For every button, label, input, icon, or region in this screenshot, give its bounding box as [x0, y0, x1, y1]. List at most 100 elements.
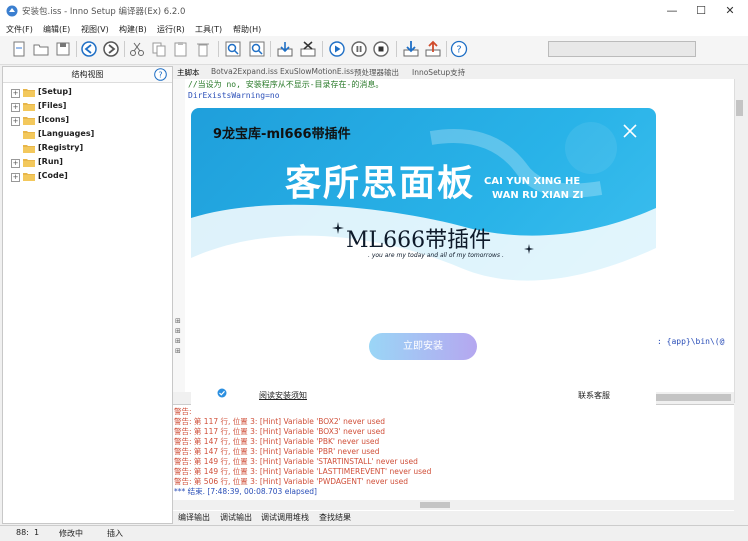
- download-icon[interactable]: [402, 40, 420, 58]
- tab-compile-output[interactable]: 编译输出: [178, 512, 210, 523]
- back-icon[interactable]: [80, 40, 98, 58]
- tab-preprocessor-output[interactable]: 预处理器输出: [354, 67, 399, 78]
- app-icon: [6, 5, 18, 17]
- new-file-icon[interactable]: [10, 40, 28, 58]
- menu-bar: 文件(F) 编辑(E) 视图(V) 构建(B) 运行(R) 工具(T) 帮助(H…: [0, 22, 748, 36]
- expand-icon[interactable]: +: [11, 117, 20, 126]
- tab-main-script[interactable]: 主脚本: [177, 67, 200, 78]
- expand-icon[interactable]: +: [11, 159, 20, 168]
- toolbar-input[interactable]: [548, 41, 696, 57]
- toolbar-separator: [396, 41, 397, 57]
- status-bar: 88: 1 修改中 插入: [0, 525, 748, 541]
- status-modified: 修改中: [59, 529, 83, 538]
- tree-item-label: [Files]: [38, 101, 67, 110]
- editor-horizontal-scroll-thumb[interactable]: [653, 394, 731, 401]
- menu-edit[interactable]: 编辑(E): [43, 24, 70, 35]
- tab-exuslowmotion[interactable]: ExuSlowMotionE.iss: [280, 67, 354, 76]
- folder-icon: [23, 172, 35, 181]
- popup-pinyin-line-1: CAI YUN XING HE: [484, 176, 581, 187]
- menu-help[interactable]: 帮助(H): [233, 24, 261, 35]
- expand-icon[interactable]: +: [11, 103, 20, 112]
- editor-vertical-scrollbar[interactable]: [734, 79, 746, 403]
- minimize-button[interactable]: —: [657, 0, 687, 22]
- structure-panel-header: 结构视图 ?: [3, 67, 172, 83]
- fold-marker-icon[interactable]: ⊞: [175, 337, 181, 345]
- status-line: 88:: [16, 528, 29, 537]
- title-bar: 安装包.iss - Inno Setup 编译器(Ex) 6.2.0 — ☐ ✕: [0, 0, 748, 23]
- maximize-button[interactable]: ☐: [686, 0, 716, 22]
- tab-botva2expand[interactable]: Botva2Expand.iss: [211, 67, 278, 76]
- folder-icon: [23, 144, 35, 153]
- delete-icon[interactable]: [194, 40, 212, 58]
- editor-vertical-scroll-thumb[interactable]: [736, 100, 743, 116]
- find-icon[interactable]: [224, 40, 242, 58]
- output-tabs: 编译输出 调试输出 调试调用堆栈 查找结果: [173, 511, 745, 523]
- fold-marker-icon[interactable]: ⊞: [175, 327, 181, 335]
- menu-file[interactable]: 文件(F): [6, 24, 33, 35]
- tab-innosetup-support[interactable]: InnoSetup支持: [412, 67, 465, 78]
- open-folder-icon[interactable]: [32, 40, 50, 58]
- window-title: 安装包.iss - Inno Setup 编译器(Ex) 6.2.0: [22, 7, 186, 17]
- install-notes-link[interactable]: 阅读安装须知: [259, 390, 307, 401]
- contact-support-link[interactable]: 联系客服: [578, 390, 610, 401]
- popup-brand: ML666带插件: [346, 228, 492, 253]
- structure-panel-title: 结构视图: [71, 70, 104, 79]
- expand-icon[interactable]: +: [11, 173, 20, 182]
- editor-tabs: 主脚本 Botva2Expand.iss ExuSlowMotionE.iss …: [173, 66, 743, 79]
- folder-icon: [23, 130, 35, 139]
- tree-item-label: [Languages]: [38, 129, 95, 138]
- find-next-icon[interactable]: [248, 40, 266, 58]
- menu-tools[interactable]: 工具(T): [195, 24, 222, 35]
- tree-item-label: [Code]: [38, 171, 68, 180]
- output-vertical-scrollbar[interactable]: [734, 404, 745, 510]
- status-insert-mode: 插入: [107, 529, 123, 538]
- run-icon[interactable]: [328, 40, 346, 58]
- code-line-comment: //当设为 no, 安装程序从不显示-目录存在-的消息。: [188, 80, 384, 89]
- folder-icon: [23, 158, 35, 167]
- upload-icon[interactable]: [424, 40, 442, 58]
- install-now-button[interactable]: 立即安装: [369, 333, 477, 360]
- fold-marker-icon[interactable]: ⊞: [175, 317, 181, 325]
- agreement-checkbox[interactable]: [217, 388, 227, 398]
- popup-pinyin-line-2: WAN RU XIAN ZI: [492, 190, 584, 201]
- sparkle-icon: [524, 244, 534, 254]
- menu-view[interactable]: 视图(V): [81, 24, 109, 35]
- help-icon[interactable]: ?: [450, 40, 468, 58]
- status-column: 1: [34, 528, 40, 537]
- folder-icon: [23, 116, 35, 125]
- close-button[interactable]: ✕: [715, 0, 745, 22]
- copy-icon[interactable]: [150, 40, 168, 58]
- menu-build[interactable]: 构建(B): [119, 24, 147, 35]
- svg-text:?: ?: [158, 71, 162, 80]
- code-line-fragment: : {app}\bin\(@: [657, 337, 725, 346]
- menu-run[interactable]: 运行(R): [157, 24, 185, 35]
- expand-icon[interactable]: +: [11, 89, 20, 98]
- fold-marker-icon[interactable]: ⊞: [175, 347, 181, 355]
- tree-item-label: [Icons]: [38, 115, 69, 124]
- compile-icon[interactable]: [276, 40, 294, 58]
- tree-item-label: [Setup]: [38, 87, 72, 96]
- toolbar: ?: [0, 36, 748, 65]
- tab-debug-call-stack[interactable]: 调试调用堆栈: [261, 512, 309, 523]
- panel-help-icon[interactable]: ?: [154, 68, 167, 81]
- tree-item-label: [Run]: [38, 157, 63, 166]
- folder-icon: [23, 88, 35, 97]
- output-horizontal-scroll-thumb[interactable]: [420, 502, 450, 508]
- pause-icon[interactable]: [350, 40, 368, 58]
- save-icon[interactable]: [54, 40, 72, 58]
- structure-panel: 结构视图 ? + [Setup] + [Files] + [Icons] [Language…: [2, 66, 173, 524]
- tab-debug-output[interactable]: 调试输出: [220, 512, 252, 523]
- folder-icon: [23, 102, 35, 111]
- stop-compile-icon[interactable]: [299, 40, 317, 58]
- popup-close-icon[interactable]: [622, 123, 638, 139]
- cut-icon[interactable]: [128, 40, 146, 58]
- stop-icon[interactable]: [372, 40, 390, 58]
- toolbar-separator: [124, 41, 125, 57]
- output-horizontal-scrollbar[interactable]: [173, 500, 734, 510]
- popup-headline: 客所思面板: [285, 163, 476, 204]
- compile-finished-line: *** 结束. [7:48:39, 00:08.703 elapsed]: [174, 487, 317, 496]
- forward-icon[interactable]: [102, 40, 120, 58]
- paste-icon[interactable]: [172, 40, 190, 58]
- tab-find-results[interactable]: 查找结果: [319, 512, 351, 523]
- toolbar-separator: [218, 41, 219, 57]
